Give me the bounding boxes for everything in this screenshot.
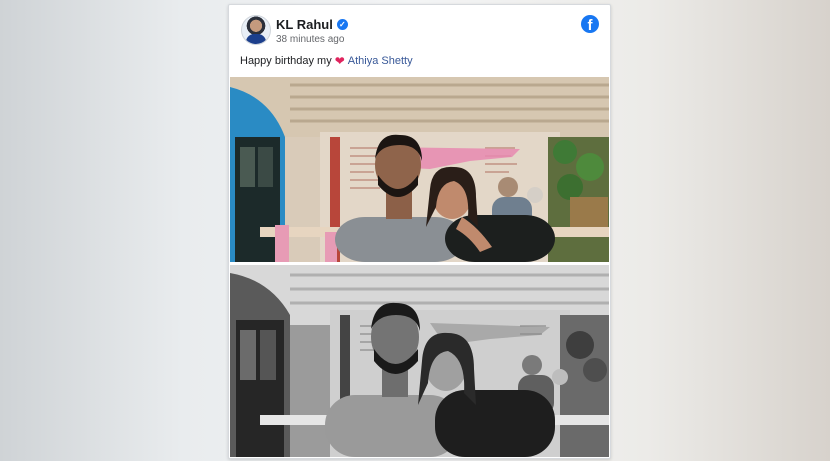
photo-color[interactable] (230, 77, 609, 262)
mention-link[interactable]: Athiya Shetty (348, 55, 413, 67)
post-timestamp[interactable]: 38 minutes ago (276, 34, 344, 45)
verified-badge-icon: ✓ (336, 19, 348, 30)
red-heart-emoji-icon: ❤ (334, 53, 345, 68)
post-caption: Happy birthday my ❤ Athiya Shetty (240, 53, 413, 68)
facebook-post-card: KL Rahul ✓ 38 minutes ago f Happy birthd… (228, 4, 611, 459)
caption-text: Happy birthday my (240, 55, 332, 67)
author-name[interactable]: KL Rahul (276, 17, 333, 32)
author-name-row: KL Rahul ✓ (276, 17, 348, 32)
author-avatar[interactable] (241, 15, 271, 45)
photo-black-and-white[interactable] (230, 265, 609, 457)
facebook-logo-icon[interactable]: f (581, 15, 599, 33)
post-header: KL Rahul ✓ 38 minutes ago f (229, 5, 610, 53)
